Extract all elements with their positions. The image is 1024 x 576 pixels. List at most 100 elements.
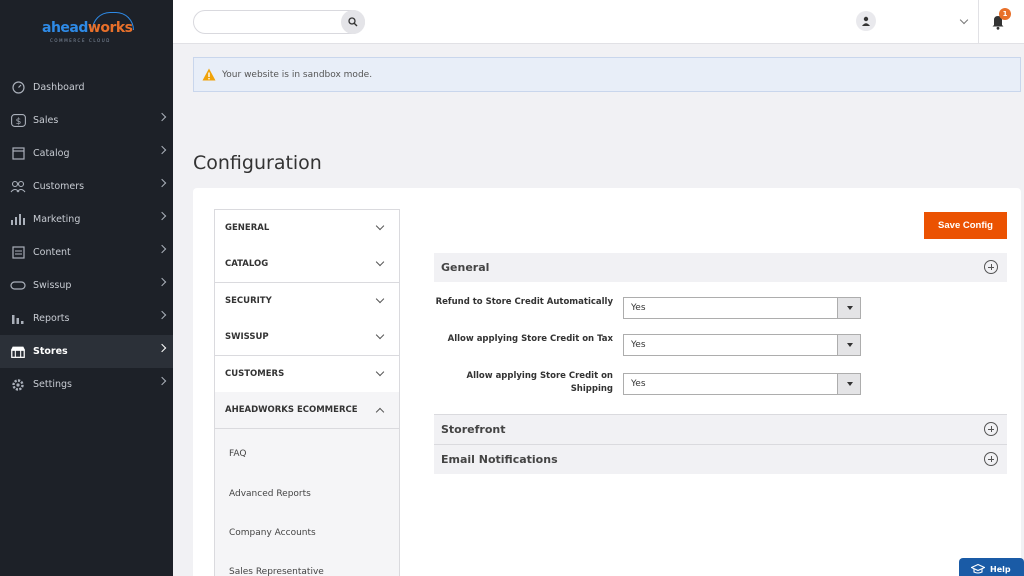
field-label-refund-automatically: Refund to Store Credit Automatically — [435, 297, 613, 307]
tab-aheadworks-ecommerce[interactable]: AHEADWORKS ECOMMERCE — [215, 392, 399, 429]
sidebar: aheadworks COMMERCE CLOUD Dashboard $ Sa… — [0, 0, 173, 576]
tab-label: AHEADWORKS ECOMMERCE — [225, 405, 358, 415]
logo-tagline: COMMERCE CLOUD — [50, 38, 111, 43]
gear-icon — [10, 378, 26, 392]
help-button[interactable]: Help — [959, 558, 1024, 576]
sidebar-item-swissup[interactable]: Swissup — [0, 269, 173, 302]
tab-label: CATALOG — [225, 259, 269, 269]
sidebar-item-label: Customers — [33, 181, 85, 192]
sidebar-item-settings[interactable]: Settings — [0, 368, 173, 401]
chevron-down-icon — [375, 330, 385, 340]
tab-catalog[interactable]: CATALOG — [215, 246, 399, 283]
sidebar-item-label: Settings — [33, 379, 72, 390]
select-refund-automatically[interactable]: Yes — [623, 297, 861, 319]
search-icon — [348, 17, 358, 27]
field-label-store-credit-shipping: Allow applying Store Credit on Shipping — [466, 371, 613, 394]
dropdown-arrow-icon — [837, 374, 860, 394]
dollar-icon: $ — [10, 114, 26, 128]
sidebar-item-stores[interactable]: Stores — [0, 335, 173, 368]
dropdown-arrow-icon — [837, 298, 860, 318]
chevron-right-icon — [157, 244, 167, 254]
tab-label: GENERAL — [225, 223, 270, 233]
tab-customers[interactable]: CUSTOMERS — [215, 356, 399, 393]
tab-label: CUSTOMERS — [225, 369, 285, 379]
chevron-right-icon — [157, 211, 167, 221]
save-config-button[interactable]: Save Config — [924, 212, 1007, 239]
warning-icon — [202, 68, 216, 81]
subtab-company-accounts[interactable]: Company Accounts — [229, 528, 316, 538]
sidebar-item-label: Sales — [33, 115, 59, 126]
chevron-down-icon — [375, 367, 385, 377]
sandbox-notice: Your website is in sandbox mode. — [193, 57, 1021, 92]
help-label: Help — [990, 564, 1011, 574]
sidebar-item-catalog[interactable]: Catalog — [0, 137, 173, 170]
search-button[interactable] — [341, 10, 365, 34]
config-tabs: GENERAL CATALOG SECURITY SWISSUP CUSTOME… — [214, 209, 400, 576]
section-storefront-header[interactable]: Storefront — [434, 415, 1007, 444]
tab-label: SECURITY — [225, 296, 272, 306]
swissup-icon — [10, 279, 26, 293]
select-store-credit-tax[interactable]: Yes — [623, 334, 861, 356]
tab-general[interactable]: GENERAL — [215, 210, 399, 247]
chevron-right-icon — [157, 310, 167, 320]
graduation-cap-icon — [971, 564, 985, 574]
chevron-down-icon — [375, 294, 385, 304]
subtab-sales-representative[interactable]: Sales Representative — [229, 567, 324, 576]
sidebar-item-label: Dashboard — [33, 82, 85, 93]
tab-swissup[interactable]: SWISSUP — [215, 319, 399, 356]
customers-icon — [10, 180, 26, 194]
chevron-right-icon — [157, 376, 167, 386]
sidebar-item-dashboard[interactable]: Dashboard — [0, 71, 173, 104]
dropdown-arrow-icon — [837, 335, 860, 355]
sidebar-item-customers[interactable]: Customers — [0, 170, 173, 203]
logo[interactable]: aheadworks COMMERCE CLOUD — [30, 12, 140, 44]
logo-text: aheadworks — [42, 20, 133, 36]
field-label-store-credit-tax: Allow applying Store Credit on Tax — [447, 334, 613, 344]
sidebar-item-marketing[interactable]: Marketing — [0, 203, 173, 236]
section-general-header[interactable]: General — [434, 253, 1007, 282]
select-store-credit-shipping[interactable]: Yes — [623, 373, 861, 395]
page-title: Configuration — [193, 152, 322, 174]
top-header: 1 — [173, 0, 1024, 44]
svg-text:$: $ — [15, 117, 21, 127]
chevron-right-icon — [157, 145, 167, 155]
chevron-right-icon — [157, 112, 167, 122]
catalog-icon — [10, 147, 26, 161]
account-dropdown-chevron-icon[interactable] — [959, 15, 969, 25]
sidebar-item-label: Swissup — [33, 280, 72, 291]
section-email-notifications-header[interactable]: Email Notifications — [434, 445, 1007, 474]
chevron-up-icon — [375, 407, 385, 417]
reports-icon — [10, 312, 26, 326]
sidebar-item-label: Reports — [33, 313, 70, 324]
subtab-advanced-reports[interactable]: Advanced Reports — [229, 489, 311, 499]
notification-badge: 1 — [999, 8, 1011, 20]
section-title: General — [441, 261, 490, 274]
section-title: Email Notifications — [441, 453, 558, 466]
sidebar-item-label: Marketing — [33, 214, 81, 225]
marketing-icon — [10, 213, 26, 227]
expand-plus-icon[interactable] — [984, 422, 998, 436]
user-account-button[interactable] — [856, 11, 876, 31]
expand-plus-icon[interactable] — [984, 452, 998, 466]
select-value: Yes — [631, 340, 646, 350]
tab-label: SWISSUP — [225, 332, 269, 342]
expand-plus-icon[interactable] — [984, 260, 998, 274]
search-input[interactable] — [193, 10, 365, 34]
sidebar-item-sales[interactable]: $ Sales — [0, 104, 173, 137]
chevron-down-icon — [375, 257, 385, 267]
dashboard-icon — [10, 81, 26, 95]
notice-text: Your website is in sandbox mode. — [222, 69, 373, 80]
sidebar-item-reports[interactable]: Reports — [0, 302, 173, 335]
chevron-right-icon — [157, 178, 167, 188]
sidebar-item-label: Catalog — [33, 148, 70, 159]
chevron-down-icon — [375, 221, 385, 231]
tab-security[interactable]: SECURITY — [215, 283, 399, 320]
section-title: Storefront — [441, 423, 506, 436]
subtab-faq[interactable]: FAQ — [229, 449, 246, 459]
sidebar-item-label: Content — [33, 247, 71, 258]
chevron-right-icon — [157, 277, 167, 287]
content-icon — [10, 246, 26, 260]
select-value: Yes — [631, 303, 646, 313]
chevron-right-icon — [157, 343, 167, 353]
sidebar-item-content[interactable]: Content — [0, 236, 173, 269]
